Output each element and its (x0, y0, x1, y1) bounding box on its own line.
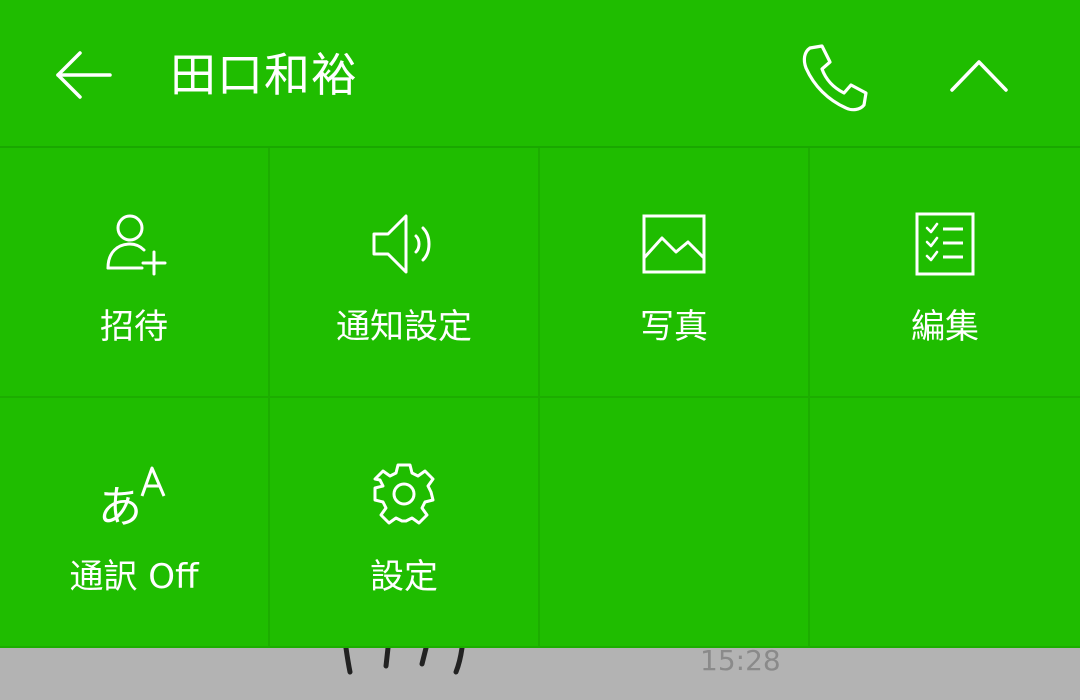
call-button[interactable] (796, 38, 872, 114)
speaker-icon (372, 214, 431, 274)
back-button[interactable] (48, 42, 120, 108)
menu-item-label: 写真 (640, 307, 708, 347)
menu-item-label: 通知設定 (336, 307, 472, 347)
menu-item-label: 招待 (100, 307, 168, 347)
svg-text:あ: あ (98, 482, 142, 532)
collapse-menu-button[interactable] (944, 46, 1014, 106)
menu-empty-cell (810, 398, 1080, 648)
checklist-icon (915, 212, 975, 276)
menu-item-label: 編集 (911, 307, 979, 347)
translate-icon: あ (98, 466, 166, 532)
message-timestamp: 15:28 (700, 644, 781, 677)
chevron-up-icon (950, 60, 1008, 92)
chat-header: 田口和裕 (0, 0, 1080, 148)
menu-item-invite[interactable]: 招待 (0, 148, 270, 398)
menu-item-translate[interactable]: あ 通訳 Off (0, 398, 270, 648)
chat-title: 田口和裕 (170, 48, 358, 102)
menu-item-label: 通訳 Off (69, 557, 199, 597)
arrow-left-icon (56, 51, 112, 99)
menu-empty-cell (540, 398, 810, 648)
menu-item-photo[interactable]: 写真 (540, 148, 810, 398)
menu-item-label: 設定 (370, 557, 438, 597)
phone-icon (802, 44, 868, 112)
menu-item-edit[interactable]: 編集 (810, 148, 1080, 398)
menu-item-notification-settings[interactable]: 通知設定 (270, 148, 540, 398)
gear-icon (373, 463, 435, 525)
chat-menu-grid: 招待 通知設定 写真 編集 あ 通訳 Off 設定 (0, 148, 1080, 648)
chat-background-strip: 15:28 (0, 644, 1080, 700)
menu-item-settings[interactable]: 設定 (270, 398, 540, 648)
sticker-partial-image (343, 648, 465, 675)
add-friend-icon (106, 214, 167, 276)
photo-icon (642, 214, 706, 274)
